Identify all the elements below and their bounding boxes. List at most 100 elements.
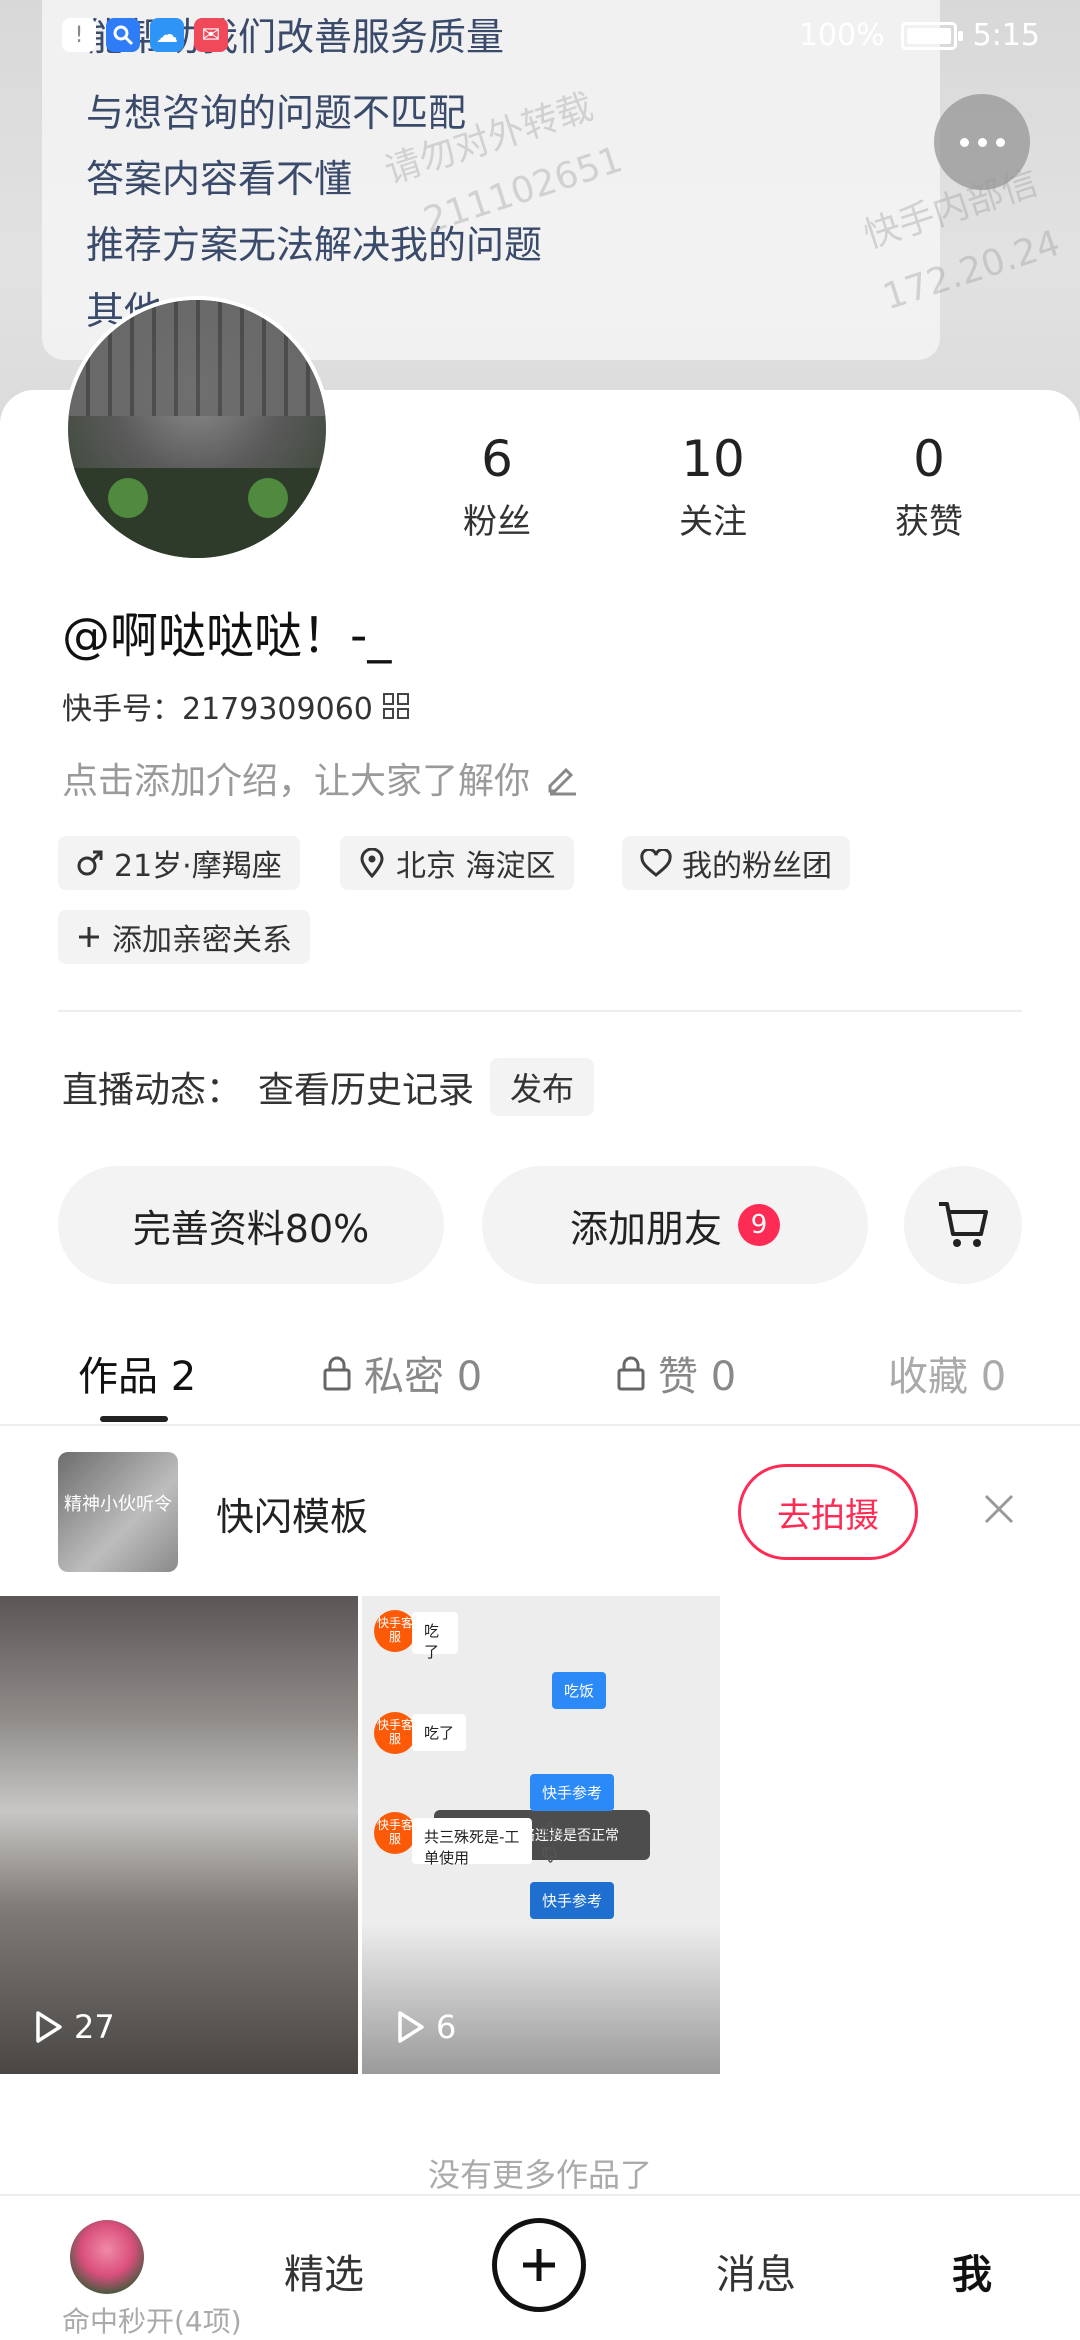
shopping-cart-icon (939, 1202, 988, 1247)
create-button[interactable] (492, 2218, 586, 2312)
live-publish-button[interactable]: 发布 (490, 1058, 595, 1116)
qr-cell (382, 707, 395, 719)
avatar-image-part (68, 300, 326, 417)
chat-bubble: 吃饭 (552, 1672, 607, 1709)
tab-works[interactable]: 作品 2 (78, 1344, 196, 1402)
cs-avatar: 快手客服 (374, 1712, 416, 1754)
chat-bubble: 快手参考 (530, 1774, 615, 1811)
tag-label: 北京 海淀区 (396, 849, 556, 884)
more-options-button[interactable] (934, 94, 1030, 190)
go-shoot-button[interactable]: 去拍摄 (738, 1464, 918, 1560)
add-friends-button[interactable]: 添加朋友 9 (482, 1166, 868, 1284)
tag-label: 我的粉丝团 (682, 849, 832, 884)
location-pin-icon (360, 848, 384, 878)
qr-code-icon[interactable] (382, 693, 409, 719)
cs-avatar: 快手客服 (374, 1812, 416, 1854)
stat-value: 10 (681, 430, 745, 488)
play-count-value: 6 (436, 2008, 457, 2046)
intro-placeholder: 点击添加介绍，让大家了解你 (62, 761, 531, 802)
tab-label: 收藏 0 (888, 1354, 1007, 1400)
play-icon (36, 2011, 62, 2043)
weather-icon: ☁ (150, 18, 184, 52)
stat-label: 粉丝 (463, 502, 531, 542)
work-shade (362, 1924, 720, 2074)
kuaishou-id-text: 快手号：2179309060 (62, 692, 373, 727)
add-friends-label: 添加朋友 (569, 1206, 722, 1251)
more-dot-icon (977, 137, 987, 147)
stat-value: 0 (913, 430, 945, 488)
work-item[interactable]: 27 (0, 1596, 358, 2074)
cover-line: 与想咨询的问题不匹配 (86, 91, 467, 135)
status-right: 100% 5:15 (799, 18, 1040, 53)
close-icon[interactable] (980, 1490, 1018, 1528)
tag-label: 21岁·摩羯座 (114, 849, 282, 884)
tab-favorites[interactable]: 收藏 0 (888, 1344, 1006, 1402)
qr-cell (397, 693, 409, 705)
mail-icon: ✉ (194, 18, 228, 52)
live-label: 直播动态： (62, 1070, 243, 1111)
bottom-nav: 命中秒开(4项) 精选 消息 我 (0, 2194, 1080, 2340)
play-count: 6 (396, 2008, 456, 2046)
intro-field[interactable]: 点击添加介绍，让大家了解你 (62, 752, 580, 804)
alert-icon: ! (62, 18, 96, 52)
search-app-icon (106, 18, 140, 52)
more-dot-icon (959, 137, 969, 147)
nav-messages[interactable]: 消息 (716, 2242, 796, 2300)
template-banner: 精神小伙听令 快闪模板 去拍摄 (0, 1430, 1080, 1600)
works-grid: 27 快手客服 吃了 吃饭 快手客服 吃了 请检查网络连接是否正常 快手参考 快… (0, 1596, 1080, 2074)
no-more-works: 没有更多作品了 (427, 2156, 652, 2194)
chat-bubble: 快手参考 (530, 1882, 615, 1919)
status-bar: ! ☁ ✉ 100% 5:15 (0, 0, 1080, 74)
live-history-link[interactable]: 查看历史记录 (258, 1061, 474, 1113)
profile-tabs: 作品 2 私密 0 赞 0 收藏 0 (0, 1330, 1080, 1430)
battery-percent: 100% (798, 18, 885, 53)
complete-profile-label: 完善资料80% (132, 1206, 370, 1251)
tag-location[interactable]: 北京 海淀区 (340, 836, 574, 890)
stat-value: 6 (481, 430, 513, 488)
stat-likes[interactable]: 0 获赞 (854, 430, 1004, 543)
tag-age-zodiac[interactable]: 21岁·摩羯座 (58, 836, 300, 890)
complete-profile-button[interactable]: 完善资料80% (58, 1166, 444, 1284)
edit-pencil-icon (548, 767, 577, 796)
tag-add-relation[interactable]: 添加亲密关系 (58, 910, 310, 964)
tab-likes[interactable]: 赞 0 (616, 1344, 736, 1402)
shopping-cart-button[interactable] (904, 1166, 1022, 1284)
tab-label: 赞 0 (658, 1354, 737, 1400)
battery-icon (900, 21, 963, 50)
lock-icon (323, 1356, 351, 1391)
nav-featured[interactable]: 精选 (284, 2242, 364, 2300)
nickname: @啊哒哒哒！-_ (62, 608, 392, 664)
template-thumbnail[interactable]: 精神小伙听令 (58, 1452, 178, 1572)
add-friends-badge: 9 (738, 1204, 780, 1246)
lock-icon (617, 1356, 645, 1391)
play-count-value: 27 (74, 2008, 115, 2046)
divider (58, 1010, 1022, 1012)
nav-me[interactable]: 我 (952, 2242, 992, 2300)
play-icon (398, 2011, 424, 2043)
tab-label: 私密 0 (364, 1354, 483, 1400)
clock: 5:15 (972, 18, 1040, 53)
stat-label: 获赞 (895, 502, 963, 542)
chat-bubble: 共三殊死是-工单使用 (412, 1818, 532, 1867)
qr-cell (397, 707, 409, 719)
kuaishou-id[interactable]: 快手号：2179309060 (62, 684, 409, 728)
plus-icon (79, 927, 99, 947)
nav-avatar-label: 命中秒开(4项) (62, 2305, 242, 2338)
nav-user-avatar[interactable] (70, 2220, 144, 2294)
tab-private[interactable]: 私密 0 (322, 1344, 482, 1402)
male-icon (77, 850, 103, 876)
banner-title: 快闪模板 (216, 1495, 369, 1539)
stat-fans[interactable]: 6 粉丝 (422, 430, 572, 543)
tab-label: 作品 2 (78, 1354, 197, 1400)
active-tab-indicator (100, 1416, 168, 1422)
work-item[interactable]: 快手客服 吃了 吃饭 快手客服 吃了 请检查网络连接是否正常 快手参考 快手客服… (362, 1596, 720, 2074)
more-dot-icon (995, 137, 1005, 147)
tag-label: 添加亲密关系 (112, 923, 292, 958)
chat-bubble: 吃了 (412, 1612, 458, 1661)
chat-bubble: 吃了 (412, 1714, 467, 1751)
thumbnail-caption: 精神小伙听令 (64, 1494, 172, 1515)
qr-cell (382, 693, 395, 705)
stat-following[interactable]: 10 关注 (638, 430, 788, 543)
tag-fan-club[interactable]: 我的粉丝团 (622, 836, 850, 890)
heart-icon (640, 849, 672, 877)
